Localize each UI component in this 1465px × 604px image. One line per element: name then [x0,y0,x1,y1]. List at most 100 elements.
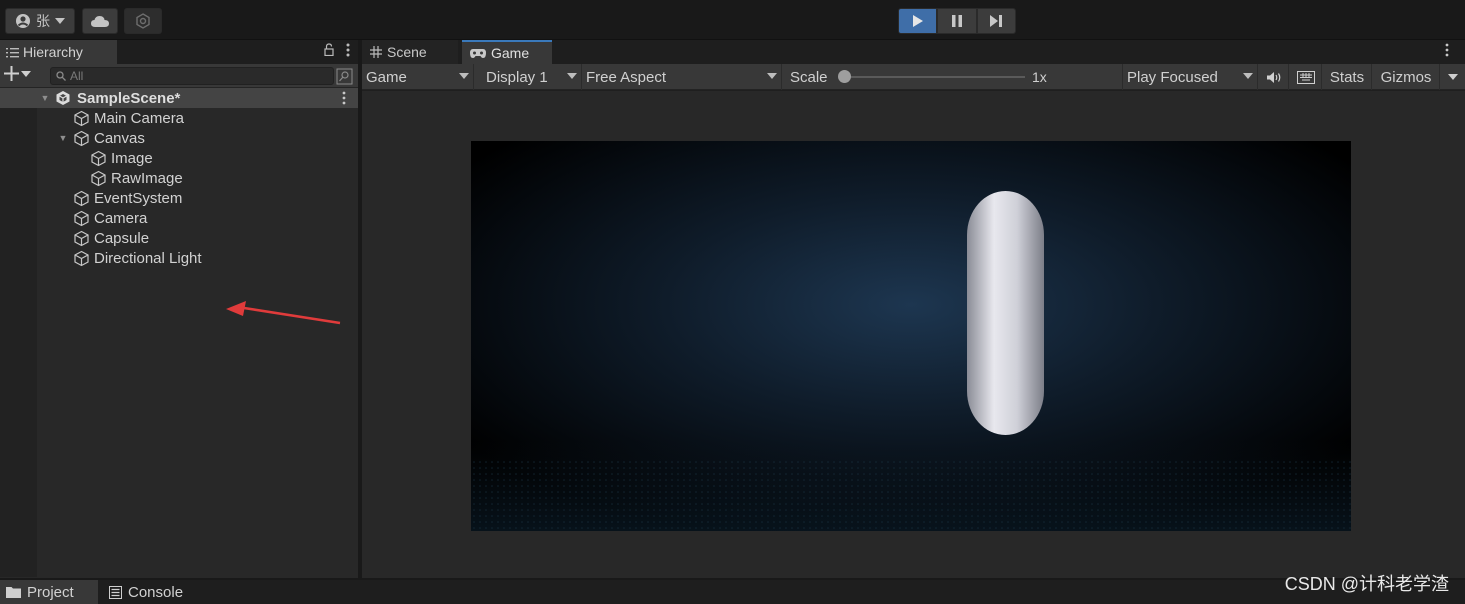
gizmos-dropdown-button[interactable] [1440,64,1465,90]
annotation-arrow-icon [226,301,341,325]
chevron-down-icon [21,70,31,77]
chevron-down-icon [567,73,577,79]
main-toolbar: 张 [0,0,1465,40]
display-dropdown[interactable]: Display 1 [482,64,582,90]
fold-arrow-icon[interactable]: ▼ [57,133,69,143]
tab-console-label: Console [128,583,184,601]
lock-icon[interactable] [324,43,334,60]
hierarchy-search-input[interactable]: All [50,67,334,85]
speaker-icon [1266,71,1280,83]
cloud-icon [91,16,109,27]
scene-root-row[interactable]: ▼ SampleScene* [0,88,358,108]
chevron-down-icon [767,73,777,79]
aspect-value: Free Aspect [586,68,667,86]
account-button[interactable]: 张 [5,8,75,34]
search-icon [56,71,66,81]
tab-hierarchy[interactable]: Hierarchy [0,40,117,64]
game-tabbar: Scene Game [362,40,1465,64]
view-mode-value: Game [366,68,407,86]
hierarchy-item-camera[interactable]: Camera [73,208,147,228]
tab-project-label: Project [27,583,74,601]
collab-button[interactable] [124,8,162,34]
gameobject-cube-icon [74,130,89,146]
scene-menu-icon[interactable] [342,91,346,108]
tab-game-label: Game [491,45,530,61]
scale-value: 1x [1032,69,1047,85]
game-render-viewport[interactable] [471,141,1351,531]
tab-project[interactable]: Project [0,580,98,604]
game-toolbar: Game Display 1 Free Aspect Scale 1x Play… [362,64,1465,90]
hierarchy-gutter [0,88,37,577]
add-object-button[interactable] [4,66,31,81]
game-scene-render [471,141,1351,531]
console-icon [109,585,122,599]
chevron-down-icon [1447,73,1458,80]
display-value: Display 1 [486,68,548,86]
view-mode-dropdown[interactable]: Game [362,64,474,90]
list-icon [6,47,19,57]
cloud-button[interactable] [82,8,118,34]
plus-icon [4,66,19,81]
fold-arrow-icon[interactable]: ▼ [39,93,51,103]
hierarchy-item-label: EventSystem [94,189,183,207]
chevron-down-icon [1243,73,1253,79]
hierarchy-item-label: Camera [94,209,148,227]
search-options-icon[interactable] [336,68,353,85]
hierarchy-item-main-camera[interactable]: Main Camera [73,108,184,128]
mute-audio-button[interactable] [1259,64,1289,90]
game-panel: Scene Game Game Display 1 Free Aspect Sc… [362,40,1465,578]
hierarchy-tabbar: Hierarchy [0,40,358,64]
keyboard-icon [1296,70,1315,84]
gameobject-cube-icon [74,250,89,266]
game-view-area[interactable] [362,90,1465,578]
play-button[interactable] [898,8,938,34]
hierarchy-tab-tools [324,43,350,60]
account-name: 张 [36,13,50,29]
hierarchy-item-label: Directional Light [94,249,202,267]
folder-icon [6,587,21,598]
step-icon [990,15,1003,27]
hierarchy-search-row: All [0,64,358,88]
gameobject-cube-icon [74,190,89,206]
hierarchy-tree: ▼ SampleScene* Main Camera ▼ Canvas Imag… [0,88,358,577]
play-mode-dropdown[interactable]: Play Focused [1122,64,1258,90]
shortcuts-button[interactable] [1290,64,1322,90]
unity-scene-icon [56,91,70,105]
step-button[interactable] [976,8,1016,34]
bottom-tabbar: Project Console [0,580,1465,604]
pause-button[interactable] [937,8,977,34]
tab-scene[interactable]: Scene [362,40,458,64]
gizmos-button[interactable]: Gizmos [1373,64,1440,90]
hierarchy-item-rawimage[interactable]: RawImage [90,168,183,188]
gameobject-cube-icon [91,150,106,166]
watermark-text: CSDN @计科老学渣 [1284,574,1449,594]
aspect-dropdown[interactable]: Free Aspect [582,64,782,90]
chevron-down-icon [55,18,65,24]
tab-scene-label: Scene [387,44,427,60]
more-options-icon[interactable] [1445,43,1449,60]
scale-label: Scale [790,68,828,86]
hierarchy-item-label: Capsule [94,229,150,247]
stats-button[interactable]: Stats [1323,64,1372,90]
account-icon [16,14,30,28]
hierarchy-item-eventsystem[interactable]: EventSystem [73,188,182,208]
search-placeholder: All [70,69,84,83]
gamepad-icon [470,48,486,58]
tab-console[interactable]: Console [103,580,213,604]
chevron-down-icon [459,73,469,79]
gameobject-cube-icon [74,230,89,246]
scene-name: SampleScene* [77,89,181,107]
hierarchy-item-label: RawImage [111,169,183,187]
more-options-icon[interactable] [346,43,350,60]
hierarchy-item-image[interactable]: Image [90,148,153,168]
hierarchy-item-directional-light[interactable]: Directional Light [73,248,202,268]
tab-game[interactable]: Game [462,40,552,64]
play-mode-value: Play Focused [1127,68,1218,86]
scale-slider-track[interactable] [842,76,1025,78]
tab-hierarchy-label: Hierarchy [23,44,83,60]
hierarchy-item-capsule[interactable]: Capsule [73,228,149,248]
hierarchy-item-label: Image [111,149,153,167]
scale-slider-thumb[interactable] [838,70,851,83]
hierarchy-item-canvas[interactable]: ▼ Canvas [57,128,145,148]
gameobject-cube-icon [74,210,89,226]
